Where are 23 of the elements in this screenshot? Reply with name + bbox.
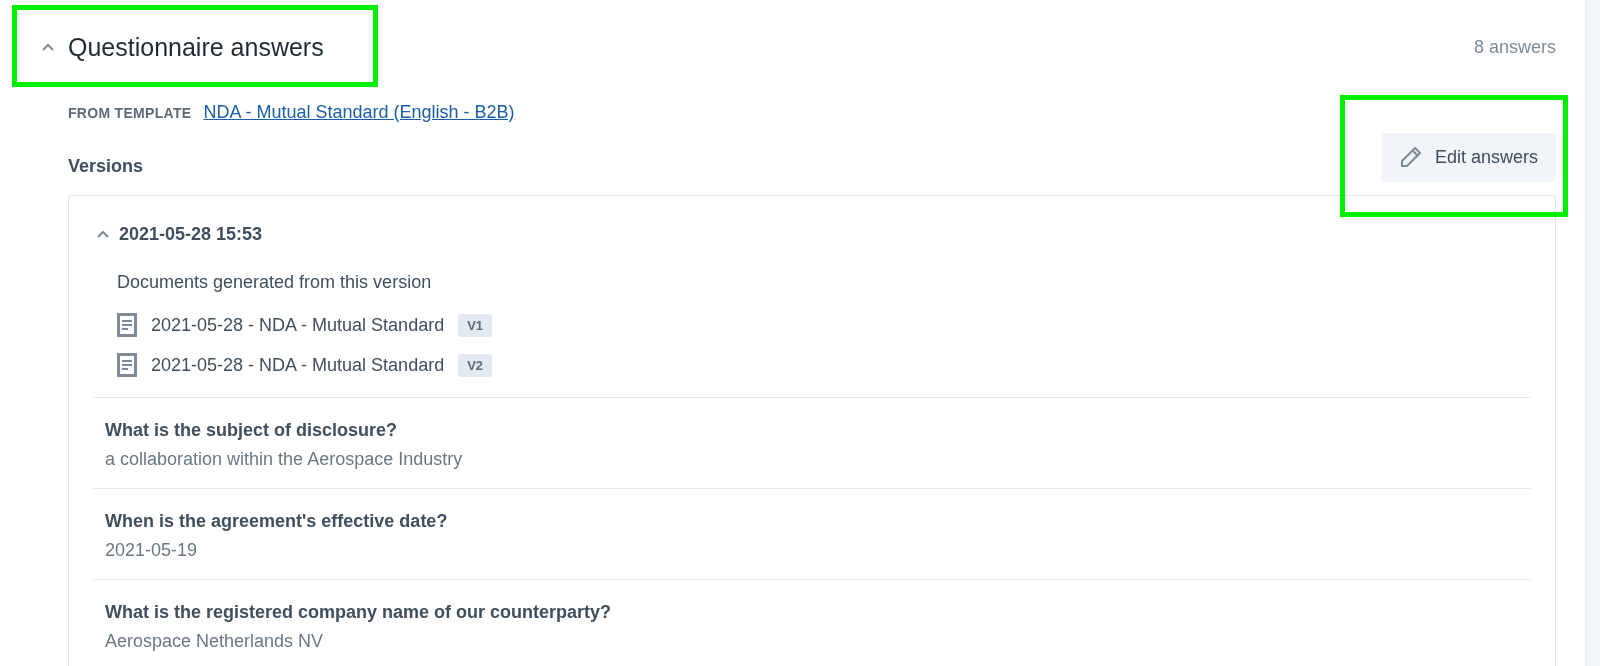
- version-badge: V2: [458, 353, 493, 377]
- answer-text: Aerospace Netherlands NV: [105, 631, 325, 652]
- collapse-caret-icon[interactable]: [97, 230, 109, 238]
- template-label: FROM TEMPLATE: [68, 105, 192, 121]
- question-text: What is the registered company name of our counterparty?: [105, 602, 613, 623]
- document-link[interactable]: 2021-05-28 - NDA - Mutual Standard: [151, 314, 445, 336]
- collapse-caret-icon[interactable]: [42, 43, 54, 51]
- pencil-icon: [1398, 145, 1423, 169]
- answer-count: 8 answers: [1473, 36, 1556, 58]
- versions-label: Versions: [68, 156, 144, 178]
- document-icon: [117, 353, 137, 377]
- section-title: Questionnaire answers: [68, 32, 324, 62]
- edit-answers-button[interactable]: Edit answers: [1380, 133, 1556, 181]
- version-timestamp[interactable]: 2021-05-28 15:53: [119, 223, 263, 245]
- answer-text: 2021-05-19: [105, 540, 199, 561]
- documents-heading: Documents generated from this version: [117, 272, 433, 293]
- version-badge: V1: [458, 313, 493, 337]
- document-link[interactable]: 2021-05-28 - NDA - Mutual Standard: [151, 354, 445, 376]
- template-link[interactable]: NDA - Mutual Standard (English - B2B): [203, 102, 515, 123]
- question-text: What is the subject of disclosure?: [105, 420, 399, 441]
- document-icon: [117, 313, 137, 337]
- question-text: When is the agreement's effective date?: [105, 511, 449, 532]
- answer-text: a collaboration within the Aerospace Industry: [105, 449, 464, 470]
